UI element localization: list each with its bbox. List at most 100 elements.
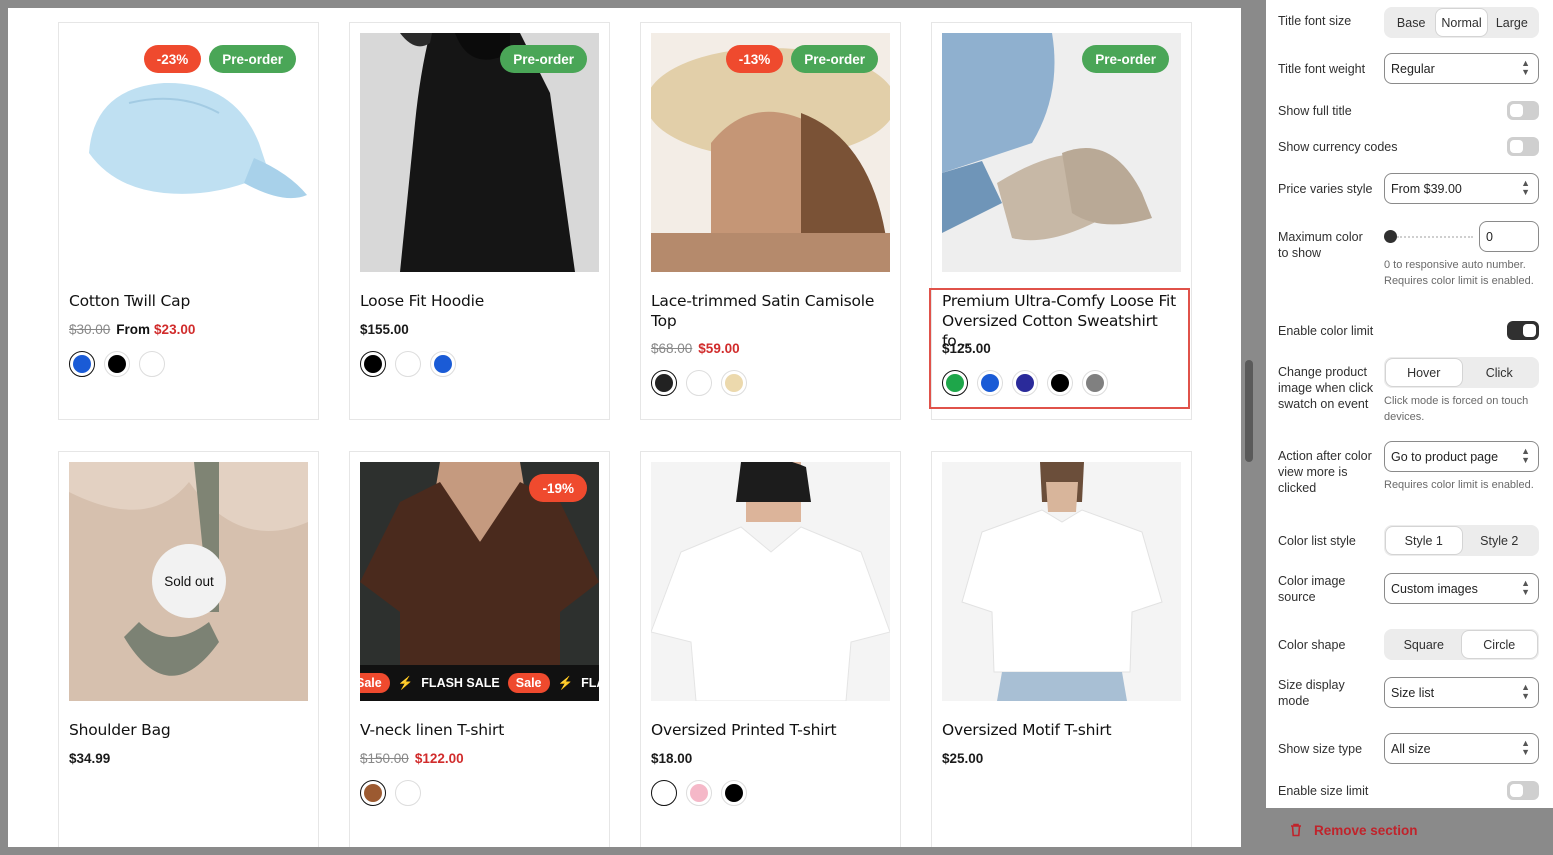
range-track[interactable] (1397, 236, 1473, 238)
color-swatch[interactable] (360, 780, 386, 806)
product-title[interactable]: V-neck linen T-shirt (360, 720, 601, 740)
show-currency-codes-toggle[interactable] (1507, 137, 1539, 156)
chevron-updown-icon: ▲ ▼ (1521, 446, 1530, 465)
option-hover[interactable]: Hover (1386, 359, 1462, 386)
option-base[interactable]: Base (1386, 9, 1436, 36)
action-after-color-select[interactable]: Go to product page ▲ ▼ (1384, 441, 1539, 472)
product-card[interactable]: Sold out Shoulder Bag $34.99 (58, 451, 319, 847)
color-swatch[interactable] (395, 351, 421, 377)
option-click[interactable]: Click (1462, 359, 1538, 386)
setting-label: Change product image when click swatch o… (1278, 365, 1374, 411)
badges: Pre-order (1082, 45, 1169, 73)
color-swatch[interactable] (139, 351, 165, 377)
regular-price: $25.00 (942, 751, 984, 766)
color-swatches (360, 780, 421, 806)
product-price: $25.00 (942, 751, 983, 766)
color-list-style-segmented: Style 1 Style 2 (1384, 525, 1539, 556)
setting-label: Color image source (1278, 574, 1346, 604)
discount-badge: -19% (529, 474, 587, 502)
color-swatch[interactable] (686, 780, 712, 806)
title-font-size-segmented: Base Normal Large (1384, 7, 1539, 38)
remove-section-button[interactable]: Remove section (1288, 822, 1418, 838)
product-title[interactable]: Loose Fit Hoodie (360, 291, 601, 311)
color-image-source-select[interactable]: Custom images ▲ ▼ (1384, 573, 1539, 604)
trash-icon (1291, 823, 1301, 837)
option-circle[interactable]: Circle (1461, 631, 1537, 658)
product-card[interactable]: Oversized Printed T-shirt $18.00 (640, 451, 901, 847)
product-card[interactable]: Oversized Motif T-shirt $25.00 (931, 451, 1192, 847)
preview-scrollbar[interactable] (1245, 360, 1253, 462)
flash-sale-text: FLAS (581, 676, 599, 690)
setting-label: Title font size (1278, 14, 1352, 28)
product-title[interactable]: Shoulder Bag (69, 720, 310, 740)
sale-pill: Sale (507, 673, 550, 693)
setting-label: Enable size limit (1278, 784, 1369, 798)
product-image-bag[interactable]: Sold out (69, 462, 308, 701)
product-price: $68.00 $59.00 (651, 341, 740, 356)
product-image-motif-tshirt[interactable] (942, 462, 1181, 701)
sale-price: $23.00 (154, 322, 196, 337)
color-swatch[interactable] (430, 351, 456, 377)
product-card[interactable]: -23% Pre-order Cotton Twill Cap $30.00 Fr… (58, 22, 319, 420)
show-full-title-toggle[interactable] (1507, 101, 1539, 120)
setting-label: Color list style (1278, 534, 1356, 548)
bolt-icon: ⚡ (557, 675, 574, 690)
max-color-input[interactable]: 0 (1479, 221, 1539, 252)
select-value: All size (1391, 741, 1431, 756)
bolt-icon: ⚡ (397, 675, 414, 690)
option-style-2[interactable]: Style 2 (1462, 527, 1538, 554)
show-size-type-select[interactable]: All size ▲ ▼ (1384, 733, 1539, 764)
color-swatch[interactable] (651, 780, 677, 806)
product-title[interactable]: Oversized Printed T-shirt (651, 720, 892, 740)
enable-color-limit-toggle[interactable] (1507, 321, 1539, 340)
color-swatch[interactable] (721, 370, 747, 396)
product-title[interactable]: Cotton Twill Cap (69, 291, 310, 311)
color-image-source-setting: Color image source Custom images ▲ ▼ (1278, 573, 1540, 604)
chevron-updown-icon: ▲ ▼ (1521, 738, 1530, 757)
selected-card-highlight (929, 288, 1190, 409)
preorder-badge: Pre-order (1082, 45, 1169, 73)
color-swatches (360, 351, 456, 377)
size-display-mode-setting: Size display mode Size list ▲ ▼ (1278, 677, 1540, 708)
product-image-printed-tshirt[interactable] (651, 462, 890, 701)
setting-label: Price varies style (1278, 182, 1373, 196)
product-title[interactable]: Lace-trimmed Satin Camisole Top (651, 291, 892, 331)
option-style-1[interactable]: Style 1 (1386, 527, 1462, 554)
option-normal[interactable]: Normal (1436, 9, 1487, 36)
color-swatch[interactable] (360, 351, 386, 377)
settings-panel: Title font size Base Normal Large Title … (1266, 0, 1553, 808)
enable-size-limit-toggle[interactable] (1507, 781, 1539, 800)
product-card[interactable]: -13% Pre-order Lace-trimmed Satin Camiso… (640, 22, 901, 420)
discount-badge: -13% (725, 45, 784, 73)
product-title[interactable]: Oversized Motif T-shirt (942, 720, 1183, 740)
action-after-color-setting: Action after color view more is clicked … (1278, 441, 1540, 495)
remove-section-label: Remove section (1314, 822, 1418, 838)
color-swatch[interactable] (69, 351, 95, 377)
setting-label: Size display mode (1278, 678, 1345, 708)
range-thumb[interactable] (1384, 230, 1397, 243)
badges: -23% Pre-order (143, 45, 296, 73)
badges: -19% (529, 474, 587, 502)
product-grid-preview: -23% Pre-order Cotton Twill Cap $30.00 Fr… (8, 8, 1241, 847)
help-text: 0 to responsive auto number. Requires co… (1384, 259, 1534, 287)
color-swatches (651, 780, 747, 806)
color-swatch[interactable] (651, 370, 677, 396)
color-swatch[interactable] (721, 780, 747, 806)
regular-price: $34.99 (69, 751, 111, 766)
size-display-mode-select[interactable]: Size list ▲ ▼ (1384, 677, 1539, 708)
color-swatch[interactable] (686, 370, 712, 396)
price-varies-style-select[interactable]: From $39.00 ▲ ▼ (1384, 173, 1539, 204)
product-card[interactable]: Pre-order Loose Fit Hoodie $155.00 (349, 22, 610, 420)
option-large[interactable]: Large (1487, 9, 1537, 36)
compare-price: $150.00 (360, 751, 409, 766)
title-font-weight-select[interactable]: Regular ▲ ▼ (1384, 53, 1539, 84)
color-swatch[interactable] (395, 780, 421, 806)
badges: Pre-order (500, 45, 587, 73)
sale-price: $59.00 (698, 341, 740, 356)
product-card[interactable]: Sale ⚡ FLASH SALE Sale ⚡ FLAS -19% V-nec… (349, 451, 610, 847)
setting-label: Show currency codes (1278, 140, 1398, 154)
option-square[interactable]: Square (1386, 631, 1462, 658)
product-price: $150.00 $122.00 (360, 751, 464, 766)
color-swatch[interactable] (104, 351, 130, 377)
select-value: Size list (1391, 685, 1435, 700)
